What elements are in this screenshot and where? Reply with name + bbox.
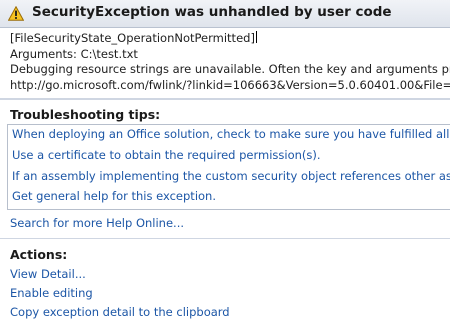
- divider: [0, 98, 450, 100]
- search-help-online-link[interactable]: Search for more Help Online...: [10, 216, 184, 230]
- warning-icon: [8, 6, 24, 21]
- tip-assembly-link[interactable]: If an assembly implementing the custom s…: [12, 169, 450, 183]
- tip-certificate-link[interactable]: Use a certificate to obtain the required…: [12, 148, 321, 162]
- tip-office-deployment-link[interactable]: When deploying an Office solution, check…: [12, 127, 450, 141]
- troubleshooting-heading: Troubleshooting tips:: [10, 107, 161, 122]
- exception-details[interactable]: [FileSecurityState_OperationNotPermitted…: [10, 31, 450, 93]
- dialog-title: SecurityException was unhandled by user …: [32, 4, 392, 20]
- details-line-1: [FileSecurityState_OperationNotPermitted…: [10, 31, 257, 45]
- text-cursor: [255, 31, 257, 43]
- tip-general-help-link[interactable]: Get general help for this exception.: [12, 189, 216, 203]
- troubleshooting-tips-list: When deploying an Office solution, check…: [7, 124, 450, 210]
- actions-heading: Actions:: [10, 247, 68, 262]
- copy-exception-detail-link[interactable]: Copy exception detail to the clipboard: [10, 305, 230, 319]
- details-line-3: Debugging resource strings are unavailab…: [10, 62, 450, 76]
- view-detail-link[interactable]: View Detail...: [10, 267, 86, 281]
- title-bar: SecurityException was unhandled by user …: [0, 0, 450, 28]
- enable-editing-link[interactable]: Enable editing: [10, 286, 93, 300]
- divider: [0, 238, 450, 239]
- details-line-2: Arguments: C:\test.txt: [10, 46, 138, 61]
- details-line-4: http://go.microsoft.com/fwlink/?linkid=1…: [10, 77, 450, 92]
